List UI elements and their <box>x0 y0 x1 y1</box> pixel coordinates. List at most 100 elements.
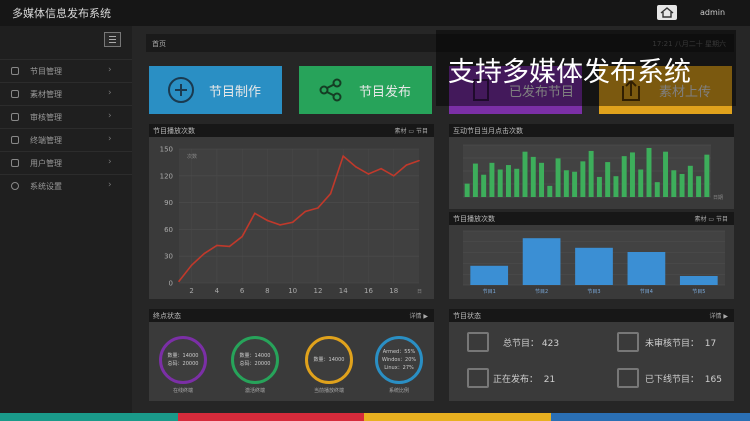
status-ring: 数量：14000 <box>305 336 353 384</box>
bar <box>605 162 611 197</box>
program-count-panel: 节目播放次数 素材 ▭ 节目 节目1 节目2 节目3 节目4 节目5 <box>449 212 734 299</box>
tile-create-program[interactable]: 节目制作 <box>149 66 282 114</box>
data-point <box>228 245 231 248</box>
ring-text: 数量：14000 总码：20000 <box>167 353 199 367</box>
tile-publish-program[interactable]: 节目发布 <box>299 66 432 114</box>
share-icon <box>319 78 342 102</box>
bar <box>679 276 718 285</box>
monitor-icon <box>11 136 19 144</box>
stat-unreviewed: 未审核节目： 17 <box>645 339 717 349</box>
data-point <box>241 235 243 238</box>
sidebar-item-label: 素材管理 <box>30 90 62 99</box>
bar <box>696 176 702 197</box>
play-count-panel: 节目播放次数 素材 ▭ 节目 0 30 60 90 120 150 2 4 6 8 10 12 14 16… <box>149 124 434 299</box>
sidebar-item-settings[interactable]: 系统设置 › <box>0 174 132 197</box>
bar <box>555 158 561 197</box>
tile-label: 节目制作 <box>209 85 262 100</box>
bar <box>687 165 693 197</box>
toggle-left-label: 素材 <box>694 216 707 223</box>
chevron-right-icon: › <box>108 65 112 75</box>
x-axis-label: 日期 <box>713 195 723 201</box>
top-bar: 多媒体信息发布系统 admin <box>0 0 750 26</box>
x-tick-label: 2 <box>189 287 193 295</box>
bar <box>522 151 528 197</box>
panel-title: 节目播放次数 <box>453 215 495 223</box>
user-menu[interactable]: admin <box>700 8 725 17</box>
category-label: 节目2 <box>535 289 548 295</box>
sidebar: 节目管理 › 素材管理 › 审核管理 › 终端管理 › 用户管理 › 系统设置 … <box>0 26 132 413</box>
tile-label: 节目发布 <box>359 85 412 100</box>
bar <box>472 163 478 197</box>
details-link[interactable]: 详情 ▶ <box>709 311 728 320</box>
y-tick-label: 0 <box>169 280 173 288</box>
y-tick-label: 150 <box>160 146 173 154</box>
data-point <box>418 159 420 162</box>
bar <box>629 152 635 197</box>
interaction-panel: 互动节目当月点击次数 日期 <box>449 124 734 209</box>
sidebar-item-terminal[interactable]: 终端管理 › <box>0 128 132 151</box>
program-bar-chart: 节目1 节目2 节目3 节目4 节目5 <box>449 225 734 299</box>
bar <box>563 170 569 197</box>
chevron-right-icon: › <box>108 157 112 167</box>
data-point <box>392 175 395 177</box>
chevron-right-icon: › <box>108 88 112 98</box>
user-icon <box>11 159 19 167</box>
data-point <box>317 207 319 209</box>
sidebar-item-material[interactable]: 素材管理 › <box>0 82 132 105</box>
bar <box>530 156 536 197</box>
stat-total: 总节目： 423 <box>503 339 560 349</box>
panel-header: 终点状态 详情 ▶ <box>149 309 434 322</box>
panel-title: 终点状态 <box>153 312 181 320</box>
x-axis-label: 日 <box>417 289 422 295</box>
bar <box>704 154 710 197</box>
check-icon <box>11 113 19 121</box>
bar <box>575 247 613 285</box>
panel-title: 互动节目当月点击次数 <box>453 127 523 135</box>
x-tick-label: 12 <box>313 287 322 295</box>
details-link[interactable]: 详情 ▶ <box>409 311 428 320</box>
bar <box>638 169 644 197</box>
sidebar-item-review[interactable]: 审核管理 › <box>0 105 132 128</box>
status-ring: 数量：14000 总码：20000 <box>231 336 279 384</box>
ring-text: 数量：14000 <box>313 357 345 363</box>
y-axis-label: 次数 <box>187 153 197 160</box>
gear-icon <box>11 182 19 190</box>
data-point <box>355 166 357 168</box>
sidebar-item-label: 终端管理 <box>30 136 62 145</box>
color-strip-segment <box>0 413 178 421</box>
film-offline-icon <box>617 368 639 388</box>
panel-title: 节目播放次数 <box>153 127 195 135</box>
category-label: 节目1 <box>483 289 496 295</box>
data-point <box>405 164 408 166</box>
menu-toggle-icon[interactable] <box>104 32 121 47</box>
bar <box>489 162 495 197</box>
bar <box>627 252 666 285</box>
caption-text: 支持多媒体发布系统 <box>448 57 691 88</box>
bar <box>539 162 545 197</box>
y-tick-label: 90 <box>164 199 173 207</box>
category-label: 节目3 <box>587 289 600 295</box>
color-strip-segment <box>364 413 551 421</box>
breadcrumb-home[interactable]: 首页 <box>152 39 166 49</box>
toggle-left-label: 素材 <box>394 128 407 135</box>
data-point <box>291 221 294 224</box>
category-label: 节目4 <box>640 289 653 295</box>
x-tick-label: 4 <box>215 287 220 295</box>
ring-text: Armed：55% Windos：20% Linux：27% <box>381 349 417 371</box>
home-icon[interactable] <box>657 5 677 20</box>
data-point <box>304 210 307 213</box>
plus-circle-icon <box>168 77 194 103</box>
toggle-switch[interactable]: 素材 ▭ 节目 <box>694 214 728 223</box>
sidebar-item-user[interactable]: 用户管理 › <box>0 151 132 174</box>
stat-publishing: 正在发布： 21 <box>493 375 556 385</box>
toggle-switch[interactable]: 素材 ▭ 节目 <box>394 126 428 135</box>
interaction-bar-chart: 日期 <box>449 137 734 209</box>
bar <box>470 265 509 285</box>
terminal-status-panel: 终点状态 详情 ▶ 数量：14000 总码：20000 在线终端 数量：14000… <box>149 309 434 401</box>
data-point <box>216 244 218 247</box>
bar <box>654 182 660 197</box>
toggle-right-label: 节目 <box>415 128 428 135</box>
sidebar-item-program[interactable]: 节目管理 › <box>0 59 132 82</box>
bar <box>547 185 553 197</box>
x-tick-label: 16 <box>364 287 373 295</box>
